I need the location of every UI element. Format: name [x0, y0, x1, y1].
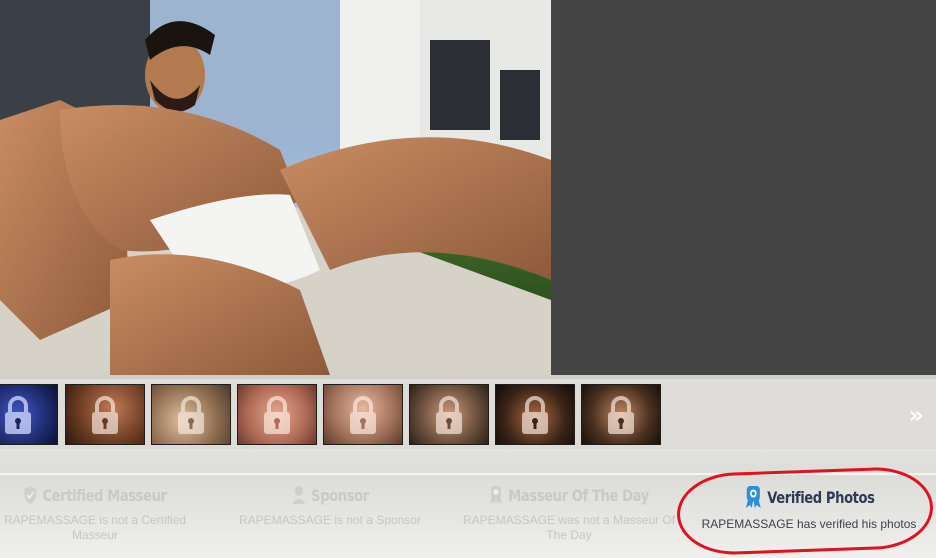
- badge-verified-photos: Verified Photos RAPEMASSAGE has verified…: [696, 485, 922, 532]
- photo-viewer: [0, 0, 936, 375]
- badges-divider: [0, 473, 936, 475]
- thumbnail-strip: »: [0, 379, 936, 449]
- profile-gallery-page: » Certified Masseur RAPEMASSAGE is not a…: [0, 0, 936, 558]
- badge-certified-title-row: Certified Masseur: [23, 485, 167, 505]
- thumbnail-6[interactable]: [409, 384, 489, 445]
- lock-icon: [264, 395, 290, 434]
- badge-motd-title-row: Masseur Of The Day: [489, 485, 650, 505]
- thumbnail-5[interactable]: [323, 384, 403, 445]
- badge-sponsor-title: Sponsor: [311, 485, 369, 505]
- badge-sponsor-title-row: Sponsor: [291, 485, 369, 505]
- lock-icon: [350, 395, 376, 434]
- thumbnail-8[interactable]: [581, 384, 661, 445]
- badge-certified-desc: RAPEMASSAGE is not a Certified Masseur: [3, 513, 187, 542]
- lock-icon: [608, 395, 634, 434]
- badge-certified-title: Certified Masseur: [42, 485, 168, 505]
- sponsor-person-icon: [292, 486, 306, 504]
- thumbnail-3[interactable]: [151, 384, 231, 445]
- badge-certified-masseur: Certified Masseur RAPEMASSAGE is not a C…: [0, 485, 190, 543]
- thumbnail-2[interactable]: [65, 384, 145, 445]
- award-ribbon-icon: [490, 486, 503, 504]
- thumbnail-4[interactable]: [237, 384, 317, 445]
- badges-row: Certified Masseur RAPEMASSAGE is not a C…: [0, 449, 936, 558]
- badge-sponsor: Sponsor RAPEMASSAGE is not a Sponsor: [235, 485, 425, 528]
- thumbnail-1[interactable]: [0, 384, 58, 445]
- main-photo-image: [0, 0, 551, 375]
- certified-check-icon: [24, 486, 37, 504]
- badge-sponsor-desc: RAPEMASSAGE is not a Sponsor: [238, 513, 422, 527]
- lock-icon: [178, 395, 204, 434]
- badge-motd-desc: RAPEMASSAGE was not a Masseur Of The Day: [462, 513, 676, 542]
- thumbnail-7[interactable]: [495, 384, 575, 445]
- main-photo[interactable]: [0, 0, 551, 375]
- lock-icon: [436, 395, 462, 434]
- badge-verified-desc: RAPEMASSAGE has verified his photos: [701, 517, 917, 531]
- lock-icon: [92, 395, 118, 434]
- gallery-next-button[interactable]: »: [908, 401, 924, 429]
- verified-ribbon-icon: [745, 486, 761, 508]
- lock-icon: [522, 395, 548, 434]
- badge-motd-title: Masseur Of The Day: [508, 485, 650, 505]
- badge-verified-title: Verified Photos: [766, 487, 875, 507]
- badge-verified-title-row: Verified Photos: [744, 485, 875, 509]
- lock-icon: [5, 395, 31, 434]
- badge-masseur-of-the-day: Masseur Of The Day RAPEMASSAGE was not a…: [462, 485, 676, 543]
